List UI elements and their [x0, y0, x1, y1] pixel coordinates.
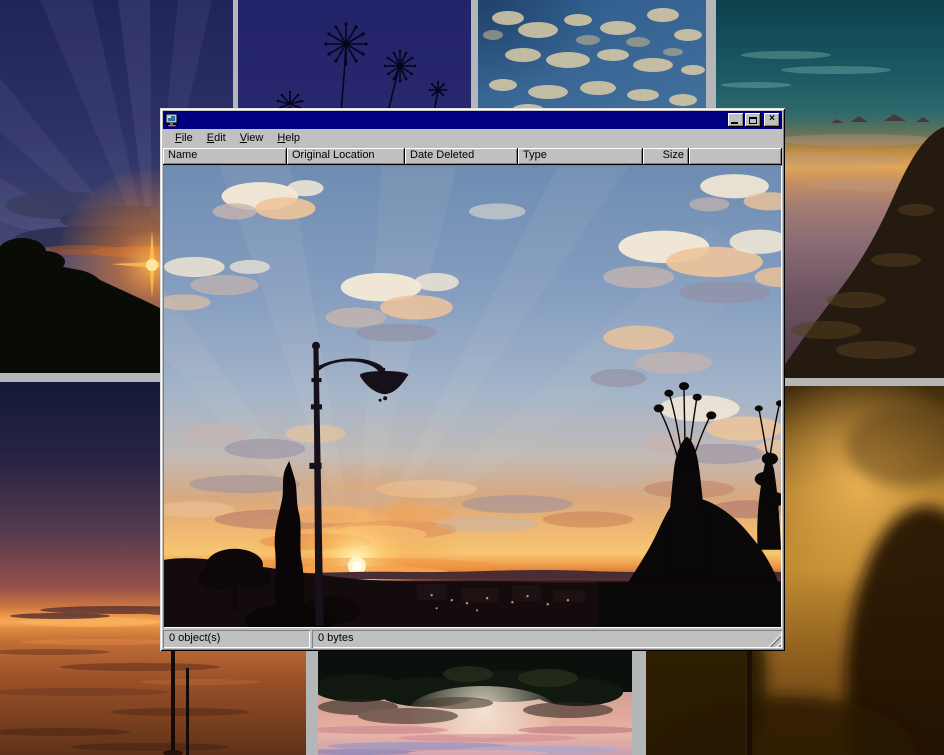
column-header-stub[interactable] — [689, 148, 782, 165]
menu-help[interactable]: Help — [270, 130, 307, 147]
desktop: { "window": { "title": "", "menu": [ {"l… — [0, 0, 944, 755]
maximize-icon — [749, 117, 757, 124]
file-list-viewport[interactable] — [163, 165, 782, 628]
column-header-original-location[interactable]: Original Location — [287, 148, 405, 165]
computer-icon[interactable] — [165, 113, 179, 127]
title-bar[interactable]: × — [163, 111, 782, 129]
maximize-button[interactable] — [745, 113, 761, 127]
minimize-button[interactable] — [728, 113, 744, 127]
recycle-bin-window: × File Edit View Help Name Original Loca… — [160, 108, 785, 651]
status-byte-count: 0 bytes — [312, 630, 782, 648]
minimize-icon — [731, 122, 738, 124]
close-button[interactable]: × — [764, 113, 780, 127]
status-object-count: 0 object(s) — [163, 630, 310, 648]
close-icon: × — [769, 114, 775, 124]
column-header-date-deleted[interactable]: Date Deleted — [405, 148, 518, 165]
menu-file[interactable]: File — [168, 130, 200, 147]
status-bar: 0 object(s) 0 bytes — [163, 630, 782, 648]
column-header-size[interactable]: Size — [643, 148, 689, 165]
menu-edit[interactable]: Edit — [200, 130, 233, 147]
menu-bar: File Edit View Help — [163, 129, 782, 148]
menu-view[interactable]: View — [233, 130, 271, 147]
column-header-name[interactable]: Name — [163, 148, 287, 165]
sunset-lamppost-photo — [164, 166, 781, 627]
column-header-row: Name Original Location Date Deleted Type… — [163, 148, 782, 165]
column-header-type[interactable]: Type — [518, 148, 643, 165]
